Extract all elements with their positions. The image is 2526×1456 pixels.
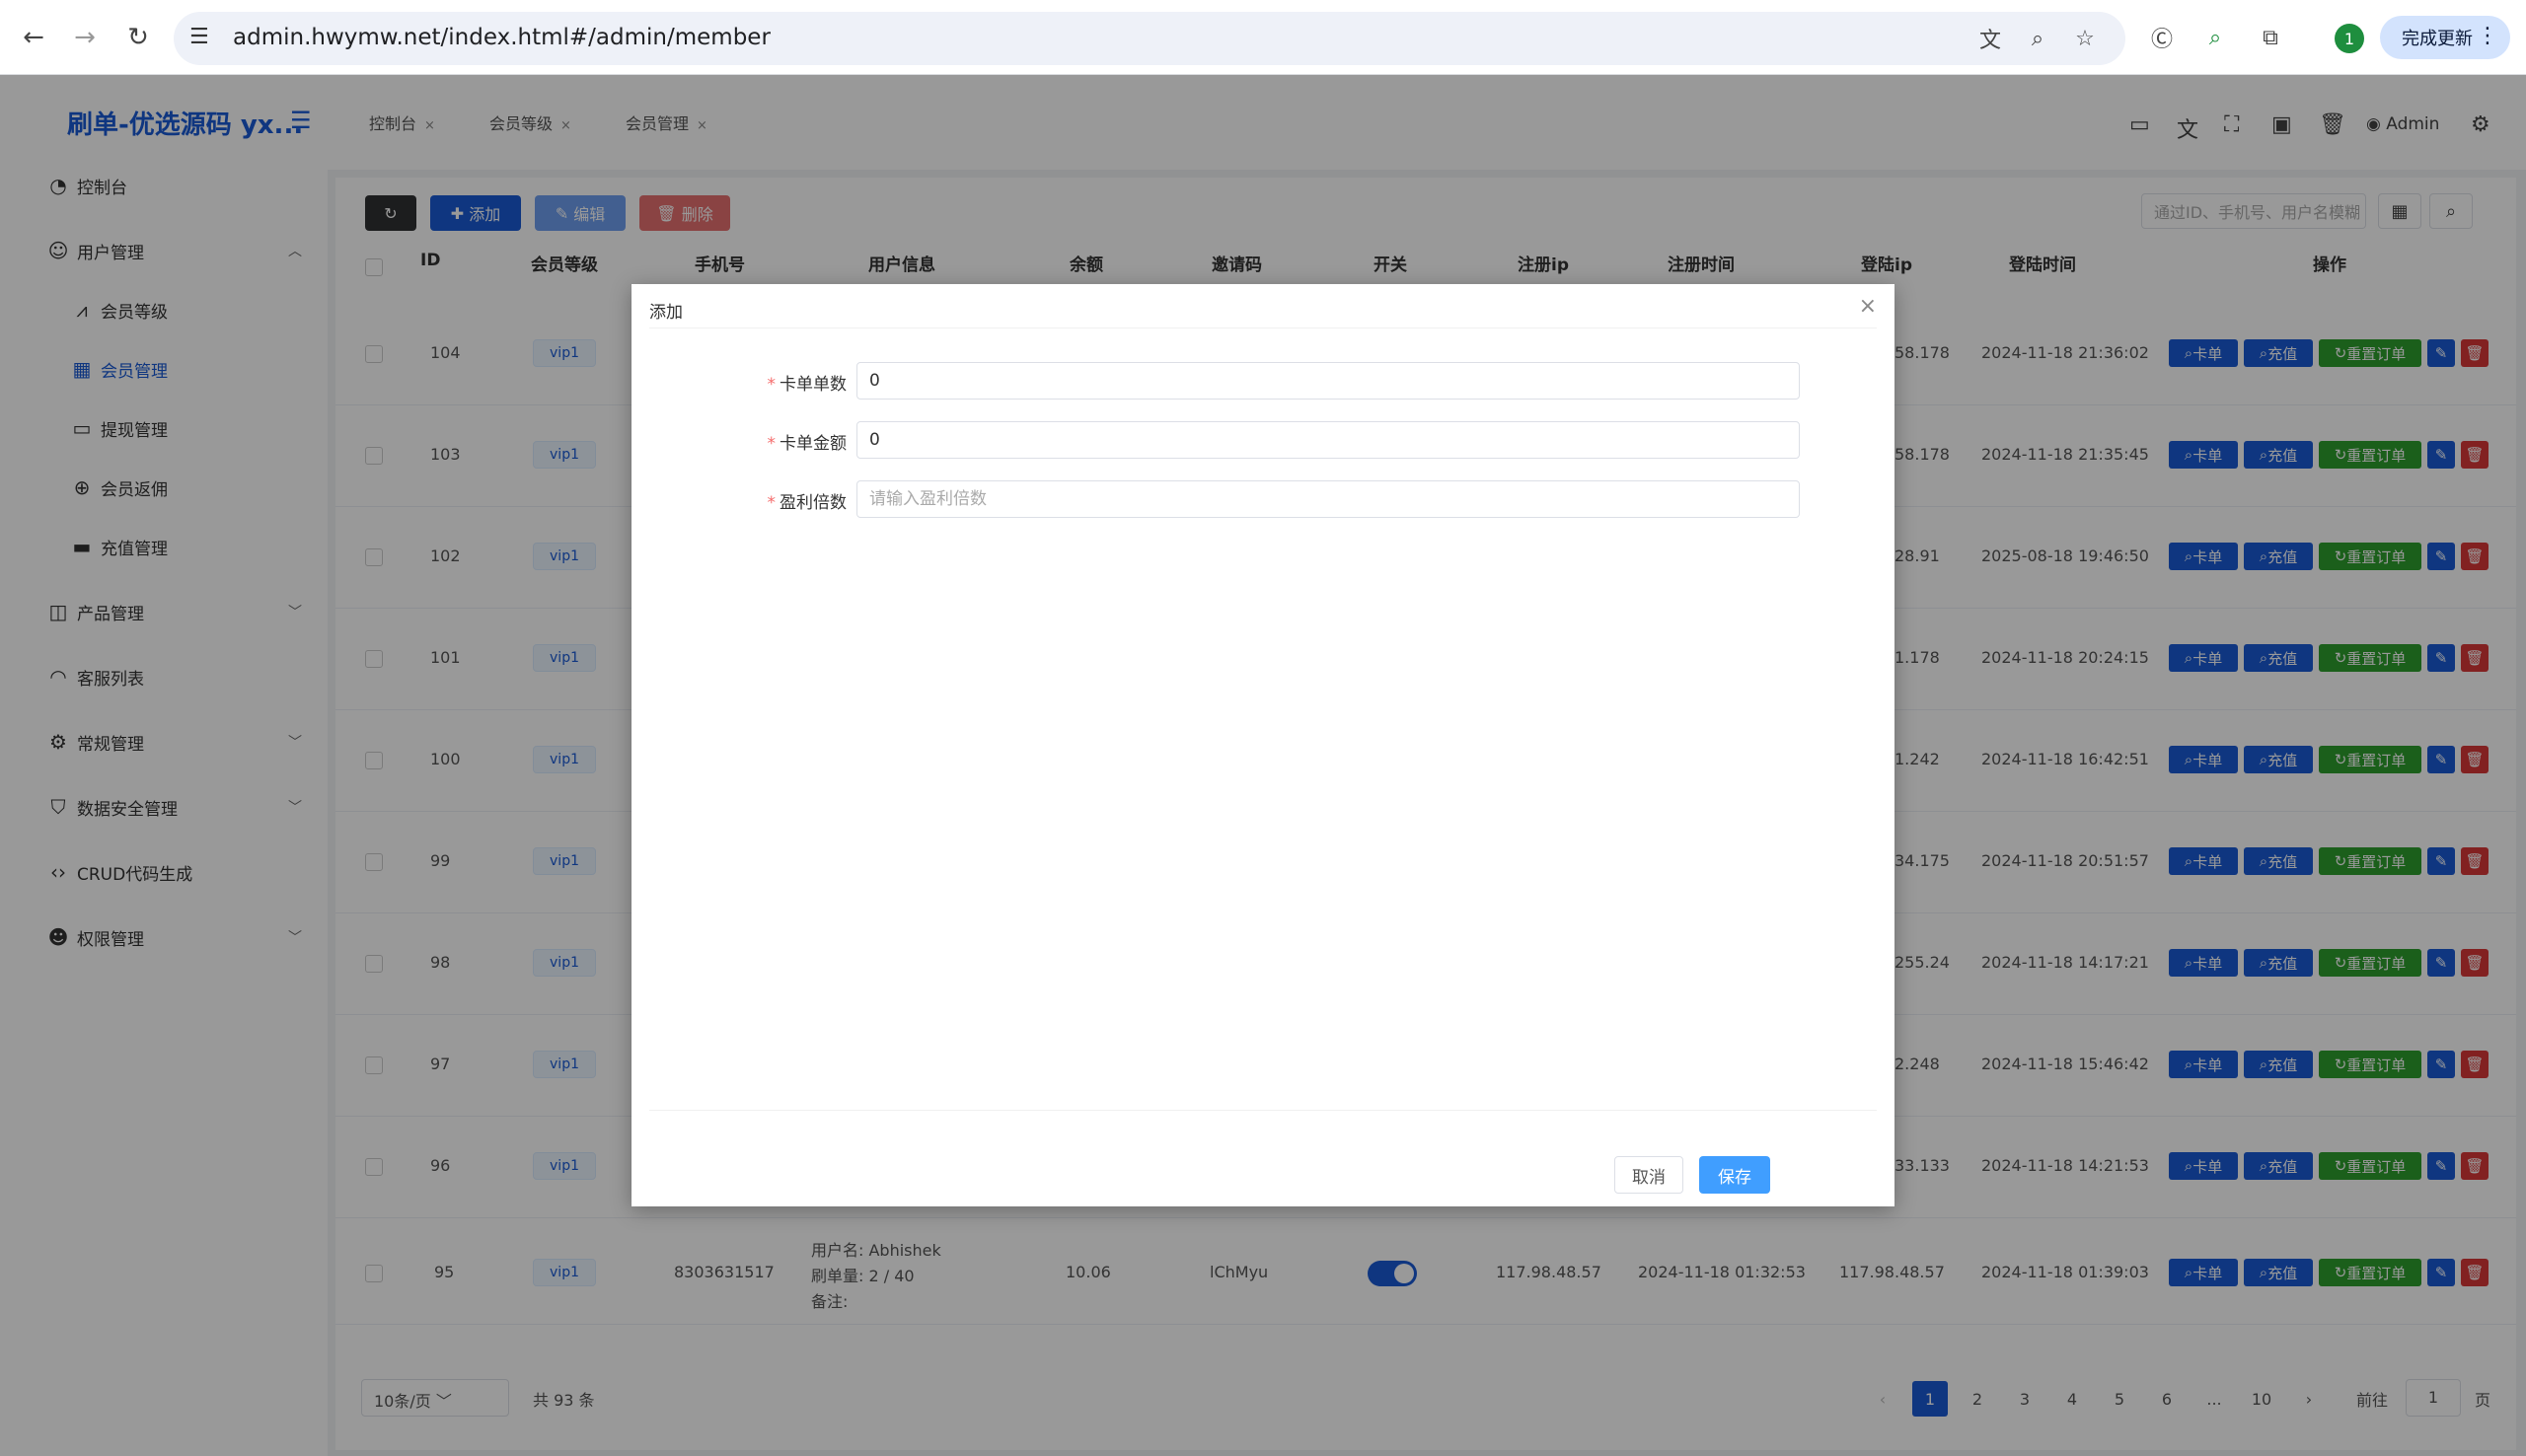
update-label: 完成更新 bbox=[2402, 29, 2473, 49]
update-button[interactable]: 完成更新 ⋮ bbox=[2380, 16, 2510, 59]
url-text[interactable]: admin.hwymw.net/index.html#/admin/member bbox=[233, 25, 771, 50]
extension-search-icon[interactable]: ⌕ bbox=[2198, 21, 2232, 54]
cancel-button[interactable]: 取消 bbox=[1614, 1156, 1683, 1194]
field-label-card-amount: * 卡单金额 bbox=[767, 434, 848, 454]
close-icon[interactable]: × bbox=[1859, 294, 1877, 319]
dialog-title: 添加 bbox=[649, 303, 683, 323]
extension-c-icon[interactable]: Ⓒ bbox=[2145, 21, 2179, 54]
profile-avatar[interactable]: 1 bbox=[2335, 24, 2364, 53]
field-label-card-count: * 卡单单数 bbox=[767, 375, 848, 395]
field-label-profit-multiple: * 盈利倍数 bbox=[767, 493, 848, 513]
card-amount-input[interactable] bbox=[856, 421, 1800, 459]
bookmark-star-icon[interactable]: ☆ bbox=[2070, 24, 2100, 53]
forward-icon[interactable]: → bbox=[67, 20, 103, 55]
card-count-input[interactable] bbox=[856, 362, 1800, 400]
browser-chrome: ← → ↻ ☰ admin.hwymw.net/index.html#/admi… bbox=[0, 0, 2526, 75]
back-icon[interactable]: ← bbox=[16, 20, 51, 55]
translate-icon[interactable]: 文 bbox=[1975, 24, 2005, 53]
site-settings-icon[interactable]: ☰ bbox=[189, 25, 217, 52]
menu-dots-icon: ⋮ bbox=[2477, 24, 2498, 48]
zoom-icon[interactable]: ⌕ bbox=[2023, 24, 2052, 53]
dialog-body: *卡单单数 *卡单金额 *盈利倍数 bbox=[649, 328, 1877, 1111]
profit-multiple-input[interactable] bbox=[856, 480, 1800, 518]
save-button[interactable]: 保存 bbox=[1699, 1156, 1770, 1194]
reload-icon[interactable]: ↻ bbox=[120, 20, 156, 55]
add-dialog: 添加 × *卡单单数 *卡单金额 *盈利倍数 取消 保存 bbox=[632, 284, 1894, 1206]
extensions-puzzle-icon[interactable]: ⧉ bbox=[2254, 21, 2287, 54]
address-bar[interactable]: ☰ admin.hwymw.net/index.html#/admin/memb… bbox=[174, 12, 2125, 65]
